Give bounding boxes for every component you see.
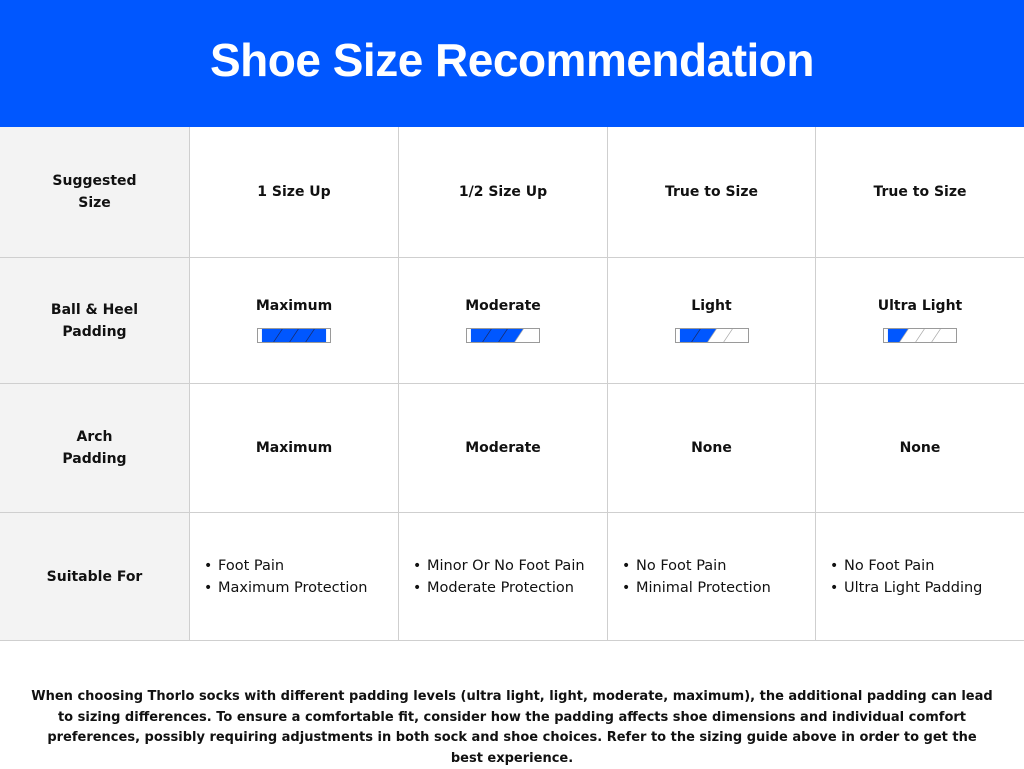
suggested-size-cell: True to Size xyxy=(608,127,816,258)
page-title: Shoe Size Recommendation xyxy=(209,33,815,86)
label-text: Suitable For xyxy=(46,568,143,585)
list-item: Ultra Light Padding xyxy=(830,577,1024,599)
cell-text: True to Size xyxy=(665,184,758,200)
padding-segment-divider xyxy=(931,329,941,342)
arch-padding-cell: Maximum xyxy=(190,384,399,513)
ball-heel-padding-cell: Moderate xyxy=(399,258,608,384)
cell-text: 1/2 Size Up xyxy=(458,184,548,200)
suitable-for-cell: Foot Pain Maximum Protection xyxy=(190,513,399,641)
suggested-size-cell: 1/2 Size Up xyxy=(399,127,608,258)
ball-heel-padding-cell: Maximum xyxy=(190,258,399,384)
arch-padding-cell: Moderate xyxy=(399,384,608,513)
list-item: Minor Or No Foot Pain xyxy=(413,555,607,577)
suggested-size-cell: 1 Size Up xyxy=(190,127,399,258)
padding-level-bar xyxy=(883,328,957,343)
padding-segment-divider xyxy=(722,329,733,342)
cell-text: Ultra Light xyxy=(877,298,963,314)
suitable-for-list: No Foot Pain Minimal Protection xyxy=(608,555,815,599)
cell-text: None xyxy=(691,440,732,456)
padding-segment-divider xyxy=(915,329,925,342)
suggested-size-cell: True to Size xyxy=(816,127,1024,258)
cell-text: None xyxy=(899,440,941,456)
size-table: Suggested Size 1 Size Up 1/2 Size Up Tru… xyxy=(0,127,1024,641)
padding-fill xyxy=(887,329,909,342)
row-label-suggested-size: Suggested Size xyxy=(0,127,190,258)
cell-text: Moderate xyxy=(465,440,541,456)
ball-heel-padding-cell: Ultra Light xyxy=(816,258,1024,384)
suitable-for-list: Foot Pain Maximum Protection xyxy=(190,555,398,599)
suitable-for-list: No Foot Pain Ultra Light Padding xyxy=(816,555,1024,599)
list-item: Maximum Protection xyxy=(204,577,398,599)
arch-padding-cell: None xyxy=(608,384,816,513)
list-item: No Foot Pain xyxy=(830,555,1024,577)
row-label-arch-padding: Arch Padding xyxy=(0,384,190,513)
padding-level-bar xyxy=(465,328,540,343)
suitable-for-list: Minor Or No Foot Pain Moderate Protectio… xyxy=(399,555,607,599)
suitable-for-cell: No Foot Pain Ultra Light Padding xyxy=(816,513,1024,641)
row-label-suitable-for: Suitable For xyxy=(0,513,190,641)
cell-text: 1 Size Up xyxy=(257,184,331,200)
padding-fill xyxy=(470,329,524,342)
padding-level-bar xyxy=(256,328,331,343)
suitable-for-cell: No Foot Pain Minimal Protection xyxy=(608,513,816,641)
label-text: Arch Padding xyxy=(62,429,127,467)
list-item: Minimal Protection xyxy=(622,577,815,599)
list-item: No Foot Pain xyxy=(622,555,815,577)
list-item: Foot Pain xyxy=(204,555,398,577)
footer-note: When choosing Thorlo socks with differen… xyxy=(31,689,993,766)
cell-text: Moderate xyxy=(465,298,541,314)
header-banner: Shoe Size Recommendation xyxy=(0,0,1024,127)
arch-padding-cell: None xyxy=(816,384,1024,513)
list-item: Moderate Protection xyxy=(413,577,607,599)
cell-text: Maximum xyxy=(255,440,333,456)
suitable-for-cell: Minor Or No Foot Pain Moderate Protectio… xyxy=(399,513,608,641)
cell-text: Light xyxy=(691,298,732,314)
padding-fill xyxy=(679,329,716,342)
cell-text: True to Size xyxy=(873,184,967,200)
ball-heel-padding-cell: Light xyxy=(608,258,816,384)
label-text: Suggested Size xyxy=(52,173,137,211)
label-text: Ball & Heel Padding xyxy=(50,301,139,340)
row-label-ball-heel-padding: Ball & Heel Padding xyxy=(0,258,190,384)
padding-level-bar xyxy=(674,328,749,343)
cell-text: Maximum xyxy=(255,298,333,314)
